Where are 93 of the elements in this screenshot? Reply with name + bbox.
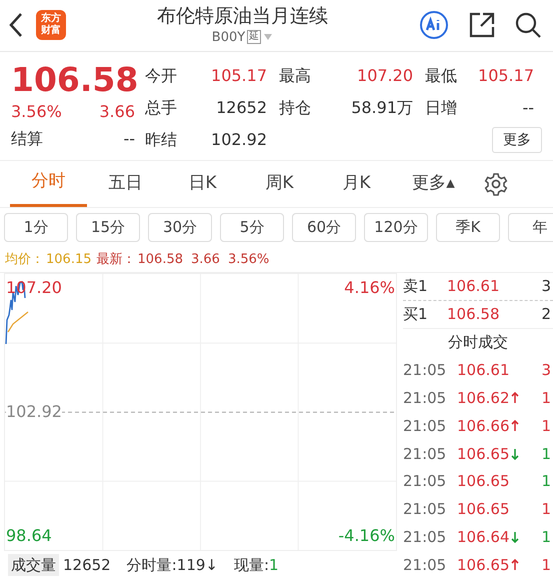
trade-time: 21:05 bbox=[403, 444, 448, 465]
trade-quantity: 1 bbox=[541, 527, 552, 548]
chart-tab[interactable]: 月K bbox=[318, 160, 395, 207]
average-price-label: 均价： bbox=[5, 250, 44, 269]
order-book-quantity: 2 bbox=[541, 304, 552, 325]
order-book-price: 106.58 bbox=[447, 304, 500, 325]
change-percent: 3.56% bbox=[11, 100, 62, 123]
field-value: -- bbox=[123, 128, 135, 150]
trade-price: 106.61 bbox=[457, 360, 510, 382]
trade-quantity: 3 bbox=[541, 360, 552, 382]
field-label: 最高 bbox=[279, 64, 312, 87]
order-book-label: 卖1 bbox=[403, 276, 429, 297]
order-book-label: 买1 bbox=[403, 304, 429, 325]
field-label: 日增 bbox=[425, 96, 458, 119]
trade-time: 21:05 bbox=[403, 554, 448, 576]
latest-change: 3.66 bbox=[191, 250, 220, 269]
minute-volume-value: 119↓ bbox=[176, 554, 218, 576]
trade-time: 21:05 bbox=[403, 471, 448, 492]
axis-low-percent: -4.16% bbox=[338, 525, 395, 547]
field-label: 昨结 bbox=[145, 128, 178, 151]
order-book-price: 106.61 bbox=[447, 276, 500, 297]
period-button[interactable]: 15分 bbox=[76, 213, 140, 242]
trade-price: 106.65 bbox=[457, 471, 510, 492]
period-button[interactable]: 年 bbox=[508, 213, 553, 242]
trade-price: 106.66 bbox=[457, 416, 510, 437]
order-book-quantity: 3 bbox=[541, 276, 552, 297]
trade-time: 21:05 bbox=[403, 499, 448, 520]
trade-quantity: 1 bbox=[541, 388, 552, 410]
field-label: 结算 bbox=[11, 128, 43, 150]
share-icon[interactable] bbox=[469, 12, 495, 38]
latest-percent: 3.56% bbox=[228, 250, 270, 269]
settings-icon[interactable] bbox=[484, 172, 508, 196]
change-value: 3.66 bbox=[99, 100, 135, 123]
period-button[interactable]: 120分 bbox=[364, 213, 428, 242]
ai-icon[interactable] bbox=[419, 10, 449, 40]
trade-price: 106.65 bbox=[457, 499, 510, 520]
trades-title: 分时成交 bbox=[448, 332, 508, 354]
more-button[interactable]: 更多 bbox=[492, 126, 542, 153]
latest-price-label: 最新： bbox=[96, 250, 136, 269]
instrument-code: B00Y bbox=[212, 28, 246, 47]
back-icon[interactable] bbox=[8, 12, 24, 38]
trade-quantity: 1 bbox=[541, 444, 552, 465]
period-button[interactable]: 60分 bbox=[292, 213, 356, 242]
field-label: 今开 bbox=[145, 64, 178, 87]
field-value: 102.92 bbox=[210, 128, 268, 151]
trade-time: 21:05 bbox=[403, 527, 448, 548]
trade-price: 106.65 bbox=[457, 554, 510, 576]
down-arrow-icon bbox=[510, 448, 518, 460]
down-arrow-icon bbox=[510, 531, 518, 544]
axis-high-percent: 4.16% bbox=[344, 276, 395, 299]
chart-tab[interactable]: 日K bbox=[164, 160, 241, 207]
trade-price: 106.62 bbox=[457, 388, 510, 410]
field-value: 105.17 bbox=[477, 64, 535, 87]
field-value: 12652 bbox=[215, 96, 268, 119]
up-arrow-icon bbox=[510, 392, 518, 404]
trade-time: 21:05 bbox=[403, 388, 448, 410]
field-value: -- bbox=[521, 96, 535, 119]
chart-tab[interactable]: 周K bbox=[241, 160, 318, 207]
field-label: 总手 bbox=[145, 96, 178, 119]
field-value: 105.17 bbox=[210, 64, 268, 87]
app-logo: 东方 财富 bbox=[36, 10, 66, 40]
trade-quantity: 1 bbox=[541, 554, 552, 576]
chart-tab[interactable]: 更多▴ bbox=[395, 160, 472, 207]
trade-time: 21:05 bbox=[403, 360, 448, 382]
axis-low-price: 98.64 bbox=[6, 525, 52, 547]
trade-price: 106.64 bbox=[457, 527, 510, 548]
trade-quantity: 1 bbox=[541, 499, 552, 520]
field-label: 持仓 bbox=[279, 96, 312, 119]
trade-quantity: 1 bbox=[541, 416, 552, 437]
field-value: 58.91万 bbox=[350, 96, 414, 119]
search-icon[interactable] bbox=[515, 12, 541, 38]
minute-volume-label: 分时量: bbox=[126, 554, 177, 576]
trade-quantity: 1 bbox=[541, 471, 552, 492]
field-label: 最低 bbox=[425, 64, 458, 87]
period-button[interactable]: 5分 bbox=[220, 213, 284, 242]
period-button[interactable]: 1分 bbox=[4, 213, 68, 242]
up-arrow-icon bbox=[510, 559, 518, 572]
up-arrow-icon bbox=[510, 420, 518, 432]
field-value: 107.20 bbox=[356, 64, 414, 87]
volume-value: 12652 bbox=[63, 554, 111, 576]
period-button[interactable]: 季K bbox=[436, 213, 500, 242]
current-volume-value: 1 bbox=[269, 554, 279, 576]
instrument-title: 布伦特原油当月连续 bbox=[157, 4, 328, 28]
period-button[interactable]: 30分 bbox=[148, 213, 212, 242]
volume-label[interactable]: 成交量 bbox=[8, 554, 59, 576]
last-price: 106.58 bbox=[11, 60, 135, 100]
chart-tab[interactable]: 五日 bbox=[87, 160, 164, 207]
latest-price: 106.58 bbox=[138, 250, 183, 269]
trade-time: 21:05 bbox=[403, 416, 448, 437]
average-price: 106.15 bbox=[46, 250, 92, 269]
current-volume-label: 现量: bbox=[234, 554, 270, 576]
delay-badge: 延 bbox=[247, 30, 262, 44]
trade-price: 106.65 bbox=[457, 444, 510, 465]
